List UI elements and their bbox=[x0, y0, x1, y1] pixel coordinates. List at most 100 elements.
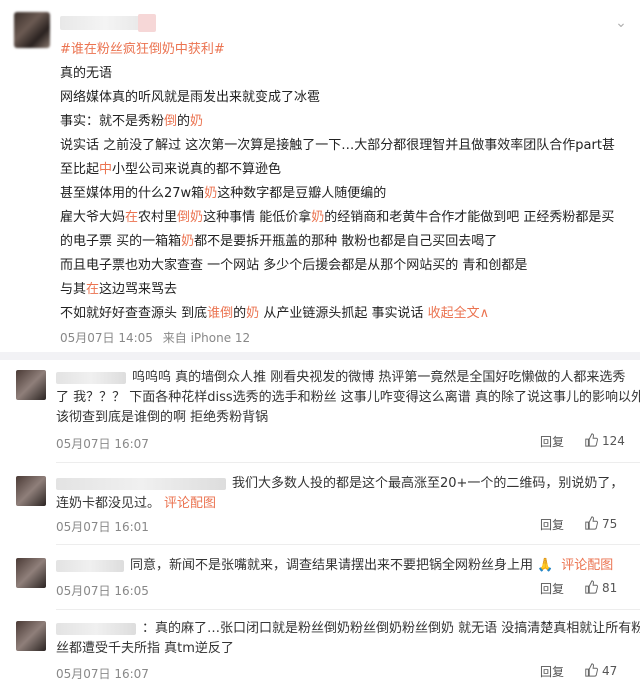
author-avatar[interactable] bbox=[14, 12, 50, 48]
comment-image-link[interactable]: 评论配图 bbox=[561, 558, 613, 573]
hashtag-link[interactable]: #谁在粉丝疯狂倒奶中获利# bbox=[60, 42, 225, 57]
comment-image-link[interactable]: 评论配图 bbox=[164, 496, 216, 511]
reply-button[interactable]: 回复 bbox=[540, 663, 564, 680]
comment-text-run: 丝都遭受千夫所指 真tm逆反了 bbox=[56, 641, 234, 656]
post-source: 来自 iPhone 12 bbox=[162, 331, 251, 345]
keyword-highlight: 倒 bbox=[164, 114, 178, 129]
keyword-highlight: 奶 bbox=[311, 210, 325, 225]
post-time: 05月07日 14:05 bbox=[60, 331, 153, 345]
like-button[interactable]: 75 bbox=[584, 516, 617, 531]
comment-text: ：真的麻了…张口闭口就是粉丝倒奶粉丝倒奶粉丝倒奶 就无语 没搞清楚真相就让所有粉… bbox=[56, 619, 640, 659]
reply-button[interactable]: 回复 bbox=[540, 433, 564, 450]
like-button[interactable]: 47 bbox=[584, 663, 617, 678]
keyword-highlight: 谁倒 bbox=[207, 306, 234, 321]
comment-text-run: 该彻查到底是谁倒的啊 拒绝秀粉背锅 bbox=[56, 410, 269, 425]
comment-line: 我们大多数人投的都是这个最高涨至20+一个的二维码，别说奶了， bbox=[56, 474, 624, 494]
commenter-name[interactable] bbox=[56, 371, 126, 384]
comment-text-run: 同意，新闻不是张嘴就来，调查结果请摆出来不要把锅全网粉丝身上用 bbox=[130, 558, 534, 573]
comment-line: 该彻查到底是谁倒的啊 拒绝秀粉背锅 bbox=[56, 408, 624, 428]
keyword-highlight: 奶 bbox=[190, 114, 204, 129]
author-badge bbox=[138, 14, 156, 32]
commenter-avatar[interactable] bbox=[16, 370, 46, 400]
thumbs-up-icon bbox=[584, 663, 602, 678]
comment-text-run: 了 我？？？ 下面各种花样diss选秀的选手和粉丝 这事儿咋变得这么离谱 真的除… bbox=[56, 390, 640, 405]
text-run: 从产业链源头抓起 事实说话 bbox=[259, 306, 428, 321]
comment-time: 05月07日 16:01 bbox=[56, 520, 149, 534]
like-count: 75 bbox=[602, 517, 618, 531]
comment-line: 连奶卡都没见过。 评论配图 bbox=[56, 494, 624, 514]
comment-line: 呜呜呜 真的墙倒众人推 刚看央视发的微博 热评第一竟然是全国好吃懒做的人都来选秀 bbox=[56, 368, 626, 388]
comment-text-run: 呜呜呜 真的墙倒众人推 刚看央视发的微博 热评第一竟然是全国好吃懒做的人都来选秀 bbox=[132, 370, 626, 385]
text-run: 而且电子票也劝大家查查 一个网站 多少个后援会都是从那个网站买的 青和创都是 bbox=[60, 258, 528, 273]
pray-emoji-icon: 🙏 bbox=[537, 558, 554, 573]
commenter-avatar[interactable] bbox=[16, 558, 46, 588]
text-run: 小型公司来说真的都不算逊色 bbox=[112, 162, 282, 177]
commenter-avatar[interactable] bbox=[16, 476, 46, 506]
commenter-name[interactable] bbox=[56, 559, 124, 572]
text-run: 不如就好好查查源头 到底 bbox=[60, 306, 208, 321]
comment-line: 同意，新闻不是张嘴就来，调查结果请摆出来不要把锅全网粉丝身上用 🙏 评论配图 bbox=[56, 556, 624, 576]
comment-line: 丝都遭受千夫所指 真tm逆反了 bbox=[56, 639, 624, 659]
text-run: 的电子票 买的一箱箱 bbox=[60, 234, 182, 249]
text-run: 的经销商和老黄牛合作才能做到吧 正经秀粉都是买 bbox=[324, 210, 615, 225]
comment-text: 我们大多数人投的都是这个最高涨至20+一个的二维码，别说奶了， 连奶卡都没见过。评… bbox=[56, 474, 624, 514]
text-run: 这边骂来骂去 bbox=[99, 282, 178, 297]
text-run: 真的无语 bbox=[60, 66, 113, 81]
comment-divider bbox=[56, 462, 640, 463]
keyword-highlight: 倒奶 bbox=[177, 210, 204, 225]
text-run: 雇大爷大妈 bbox=[60, 210, 126, 225]
comment-line: 了 我？？？ 下面各种花样diss选秀的选手和粉丝 这事儿咋变得这么离谱 真的除… bbox=[56, 388, 640, 408]
post-text: 真的无语 网络媒体真的听风就是雨发出来就变成了冰雹 事实：就不是秀粉倒的奶 说实话 之… bbox=[60, 62, 632, 326]
post-line: 甚至媒体用的什么27w箱奶这种数字都是豆瓣人随便编的 bbox=[60, 182, 632, 206]
comment-divider bbox=[56, 544, 640, 545]
commenter-avatar[interactable] bbox=[16, 621, 46, 651]
like-count: 81 bbox=[602, 581, 618, 595]
keyword-highlight: 在 bbox=[125, 210, 139, 225]
like-button[interactable]: 81 bbox=[584, 580, 617, 595]
post-line: 说实话 之前没了解过 这次第一次算是接触了一下…大部分都很理智并且做事效率团队合… bbox=[60, 134, 632, 158]
text-run: 说实话 之前没了解过 这次第一次算是接触了一下…大部分都很理智并且做事效率团队合… bbox=[60, 138, 615, 153]
keyword-highlight: 中 bbox=[99, 162, 113, 177]
text-run: 事实：就不是秀粉 bbox=[60, 114, 165, 129]
comment-time: 05月07日 16:05 bbox=[56, 584, 149, 598]
thumbs-up-icon bbox=[584, 433, 602, 448]
text-run: 至比起 bbox=[60, 162, 100, 177]
author-name[interactable] bbox=[60, 16, 150, 30]
comment-line: ：真的麻了…张口闭口就是粉丝倒奶粉丝倒奶粉丝倒奶 就无语 没搞清楚真相就让所有粉 bbox=[56, 619, 640, 639]
collapse-link[interactable]: ∧ bbox=[480, 306, 490, 321]
text-run: 这种事情 能低价拿 bbox=[203, 210, 312, 225]
collapse-link[interactable]: 收起全文 bbox=[428, 306, 480, 321]
text-run: 这种数字都是豆瓣人随便编的 bbox=[217, 186, 387, 201]
reply-button[interactable]: 回复 bbox=[540, 516, 564, 533]
keyword-highlight: 奶 bbox=[246, 306, 260, 321]
comment-text-run: 我们大多数人投的都是这个最高涨至20+一个的二维码，别说奶了， bbox=[232, 476, 624, 491]
chevron-down-icon[interactable]: ⌄ bbox=[612, 14, 630, 32]
like-button[interactable]: 124 bbox=[584, 433, 625, 448]
comment-text: 同意，新闻不是张嘴就来，调查结果请摆出来不要把锅全网粉丝身上用 🙏 评论配图 bbox=[56, 556, 624, 576]
section-divider bbox=[0, 352, 640, 360]
commenter-name[interactable] bbox=[56, 622, 136, 635]
comment-text: 呜呜呜 真的墙倒众人推 刚看央视发的微博 热评第一竟然是全国好吃懒做的人都来选秀… bbox=[56, 368, 640, 428]
text-run: 与其 bbox=[60, 282, 87, 297]
post-line: 事实：就不是秀粉倒的奶 bbox=[60, 110, 632, 134]
reply-button[interactable]: 回复 bbox=[540, 580, 564, 597]
post-line: 不如就好好查查源头 到底谁倒的奶 从产业链源头抓起 事实说话 收起全文∧ bbox=[60, 302, 632, 326]
text-run: 的 bbox=[177, 114, 191, 129]
text-run: 甚至媒体用的什么27w箱 bbox=[60, 186, 205, 201]
comment-divider bbox=[56, 609, 640, 610]
text-run: 的 bbox=[233, 306, 247, 321]
keyword-highlight: 在 bbox=[86, 282, 100, 297]
thumbs-up-icon bbox=[584, 580, 602, 595]
keyword-highlight: 奶 bbox=[181, 234, 195, 249]
post-body: #谁在粉丝疯狂倒奶中获利# 真的无语 网络媒体真的听风就是雨发出来就变成了冰雹 事实… bbox=[60, 38, 632, 350]
like-count: 124 bbox=[602, 434, 625, 448]
commenter-name[interactable] bbox=[56, 477, 226, 490]
post-line: 而且电子票也劝大家查查 一个网站 多少个后援会都是从那个网站买的 青和创都是 bbox=[60, 254, 632, 278]
post-line: 的电子票 买的一箱箱奶都不是要拆开瓶盖的那种 散粉也都是自己买回去喝了 bbox=[60, 230, 632, 254]
comment-time: 05月07日 16:07 bbox=[56, 437, 149, 451]
comment-time: 05月07日 16:07 bbox=[56, 667, 149, 681]
like-count: 47 bbox=[602, 664, 618, 678]
post-line: 至比起中小型公司来说真的都不算逊色 bbox=[60, 158, 632, 182]
comment-text-run: ：真的麻了…张口闭口就是粉丝倒奶粉丝倒奶粉丝倒奶 就无语 没搞清楚真相就让所有粉 bbox=[142, 621, 640, 636]
thumbs-up-icon bbox=[584, 516, 602, 531]
